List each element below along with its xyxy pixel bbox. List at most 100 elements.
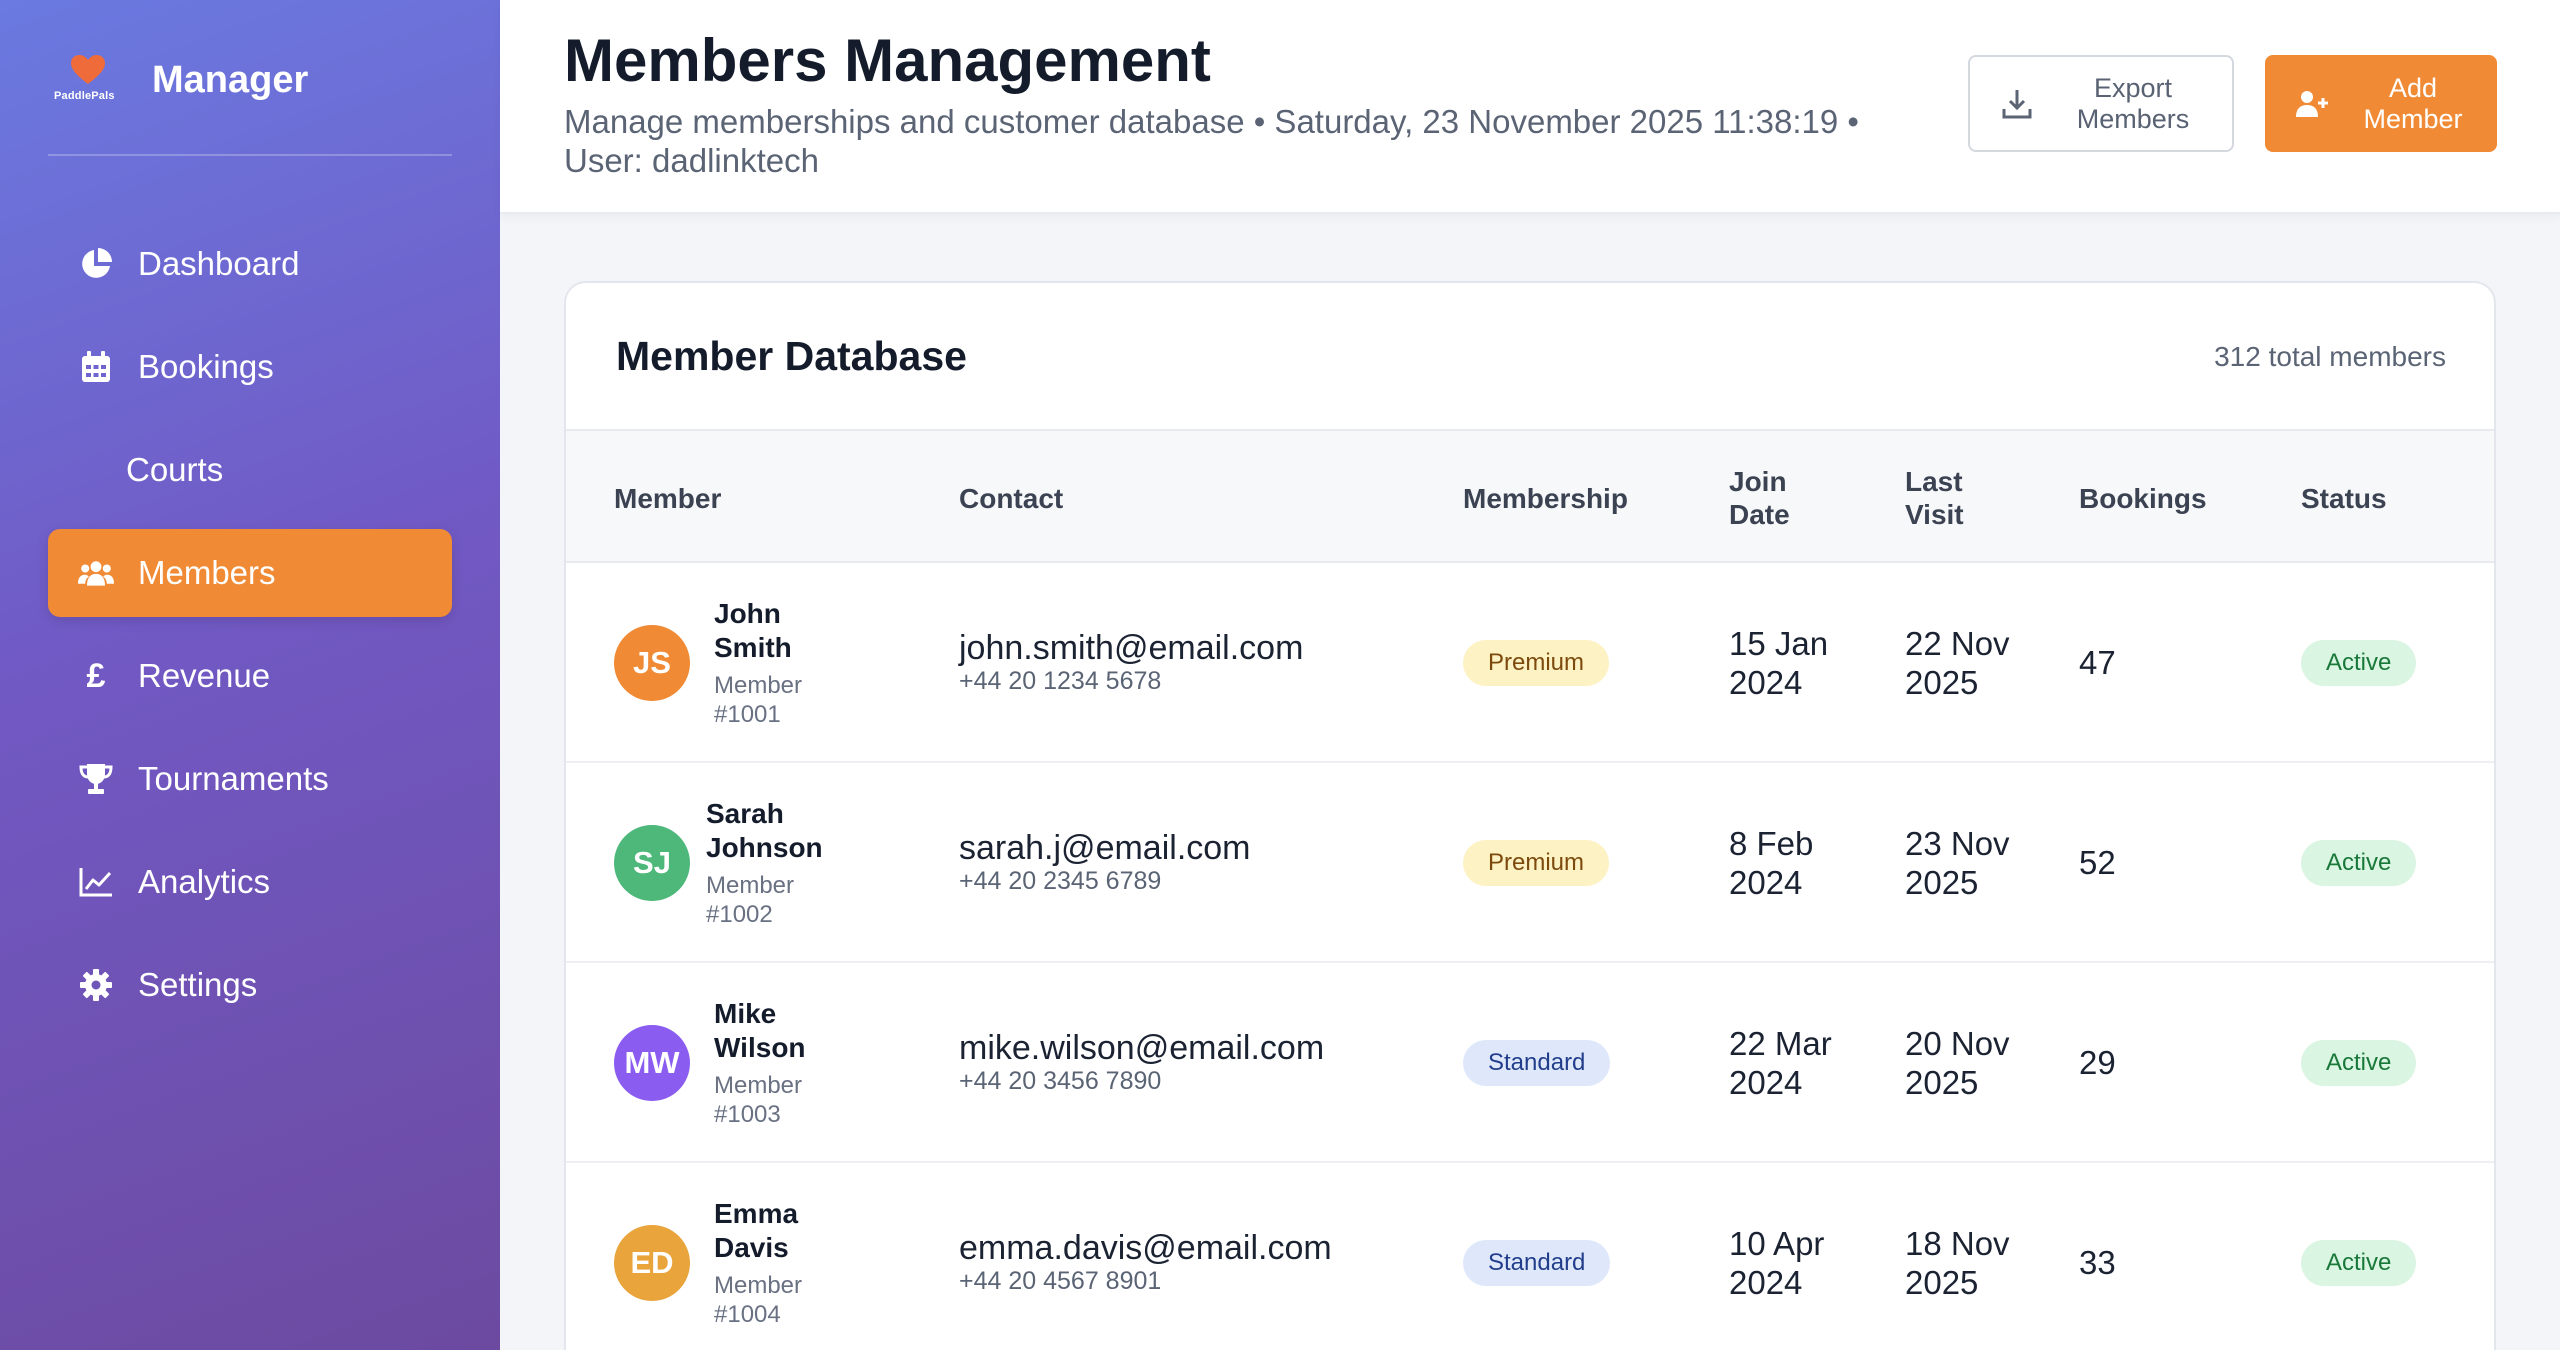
export-members-label: Export Members bbox=[2076, 72, 2190, 134]
status-badge: Active bbox=[2301, 1240, 2417, 1286]
sidebar-item-label: Settings bbox=[138, 966, 258, 1003]
membership-badge: Standard bbox=[1463, 1040, 1611, 1086]
bookings-cell: 47 bbox=[2079, 563, 2199, 763]
pound-icon: £ bbox=[86, 656, 106, 695]
column-header-last-visit[interactable]: Last Visit bbox=[1905, 431, 2015, 565]
column-header-join-date[interactable]: Join Date bbox=[1729, 431, 1839, 565]
sidebar-item-settings[interactable]: Settings bbox=[48, 941, 452, 1029]
paddlepals-logo: PaddlePals bbox=[48, 40, 128, 120]
contact-cell: mike.wilson@email.com +44 20 3456 7890 bbox=[959, 963, 1439, 1163]
join-date-cell: 10 Apr 2024 bbox=[1729, 1163, 1839, 1350]
last-visit: 20 Nov 2025 bbox=[1905, 1025, 2010, 1101]
contact-cell: emma.davis@email.com +44 20 4567 8901 bbox=[959, 1163, 1439, 1350]
brand-title: Manager bbox=[152, 58, 309, 101]
pie-chart-icon bbox=[78, 246, 114, 282]
column-header-status[interactable]: Status bbox=[2301, 431, 2451, 565]
user-plus-icon bbox=[2296, 90, 2328, 117]
status-badge: Active bbox=[2301, 1040, 2417, 1086]
bookings-cell: 33 bbox=[2079, 1163, 2199, 1350]
member-phone: +44 20 2345 6789 bbox=[959, 867, 1162, 895]
member-id: Member #1004 bbox=[714, 1272, 803, 1328]
calendar-icon bbox=[78, 349, 114, 385]
table-header: Member Contact Membership Join Date Last… bbox=[566, 429, 2494, 563]
avatar: JS bbox=[614, 625, 690, 701]
column-header-member[interactable]: Member bbox=[614, 431, 914, 565]
member-cell: ED Emma Davis Member #1004 bbox=[614, 1163, 934, 1350]
member-phone: +44 20 3456 7890 bbox=[959, 1067, 1162, 1095]
last-visit: 22 Nov 2025 bbox=[1905, 625, 2010, 701]
bookings-cell: 29 bbox=[2079, 963, 2199, 1163]
sidebar-item-dashboard[interactable]: Dashboard bbox=[48, 220, 452, 308]
export-members-button[interactable]: Export Members bbox=[1968, 55, 2234, 152]
sidebar-item-courts[interactable]: Courts bbox=[48, 426, 452, 514]
heart-logo-icon bbox=[71, 55, 105, 84]
contact-cell: john.smith@email.com +44 20 1234 5678 bbox=[959, 563, 1439, 763]
download-icon bbox=[2002, 89, 2032, 118]
member-email[interactable]: sarah.j@email.com bbox=[959, 830, 1251, 866]
avatar: SJ bbox=[614, 825, 690, 901]
member-name: John Smith bbox=[714, 598, 792, 663]
users-icon bbox=[78, 555, 114, 591]
divider bbox=[48, 154, 452, 156]
member-phone: +44 20 1234 5678 bbox=[959, 667, 1162, 695]
table-row[interactable]: JS John Smith Member #1001 john.smith@em… bbox=[566, 563, 2494, 763]
sidebar-nav: Dashboard Bookings Courts Members £ Reve… bbox=[48, 220, 452, 1044]
bookings-count: 52 bbox=[2079, 844, 2116, 881]
table-row[interactable]: SJ Sarah Johnson Member #1002 sarah.j@em… bbox=[566, 763, 2494, 963]
bookings-count: 47 bbox=[2079, 644, 2116, 681]
status-badge: Active bbox=[2301, 640, 2417, 686]
membership-cell: Premium bbox=[1463, 763, 1703, 963]
member-name: Sarah Johnson bbox=[706, 798, 823, 863]
member-email[interactable]: mike.wilson@email.com bbox=[959, 1030, 1324, 1066]
column-header-bookings[interactable]: Bookings bbox=[2079, 431, 2259, 565]
page-title: Members Management bbox=[564, 27, 1211, 94]
brand[interactable]: PaddlePals Manager bbox=[48, 40, 308, 120]
member-count: 312 total members bbox=[2214, 341, 2446, 372]
member-email[interactable]: emma.davis@email.com bbox=[959, 1230, 1332, 1266]
sidebar-item-label: Dashboard bbox=[138, 245, 300, 282]
sidebar-item-tournaments[interactable]: Tournaments bbox=[48, 735, 452, 823]
member-name: Mike Wilson bbox=[714, 998, 806, 1063]
member-phone: +44 20 4567 8901 bbox=[959, 1267, 1162, 1295]
member-email[interactable]: john.smith@email.com bbox=[959, 630, 1303, 666]
membership-cell: Standard bbox=[1463, 963, 1703, 1163]
last-visit-cell: 20 Nov 2025 bbox=[1905, 963, 2015, 1163]
membership-cell: Premium bbox=[1463, 563, 1703, 763]
sidebar: PaddlePals Manager Dashboard Bookings Co… bbox=[0, 0, 500, 1350]
status-cell: Active bbox=[2301, 763, 2451, 963]
sidebar-item-members[interactable]: Members bbox=[48, 529, 452, 617]
column-header-membership[interactable]: Membership bbox=[1463, 431, 1703, 565]
logo-text: PaddlePals bbox=[54, 90, 115, 102]
sidebar-item-bookings[interactable]: Bookings bbox=[48, 323, 452, 411]
courts-icon bbox=[78, 452, 102, 488]
column-header-contact[interactable]: Contact bbox=[959, 431, 1339, 565]
bookings-count: 33 bbox=[2079, 1244, 2116, 1281]
member-id: Member #1003 bbox=[714, 1072, 803, 1128]
table-row[interactable]: MW Mike Wilson Member #1003 mike.wilson@… bbox=[566, 963, 2494, 1163]
join-date-cell: 22 Mar 2024 bbox=[1729, 963, 1839, 1163]
sidebar-item-label: Members bbox=[138, 554, 276, 591]
membership-cell: Standard bbox=[1463, 1163, 1703, 1350]
status-badge: Active bbox=[2301, 840, 2417, 886]
sidebar-item-revenue[interactable]: £ Revenue bbox=[48, 632, 452, 720]
bookings-count: 29 bbox=[2079, 1044, 2116, 1081]
member-database-card: Member Database 312 total members Member… bbox=[564, 281, 2496, 1350]
join-date: 15 Jan 2024 bbox=[1729, 625, 1829, 701]
sidebar-item-analytics[interactable]: Analytics bbox=[48, 838, 452, 926]
member-id: Member #1001 bbox=[714, 672, 803, 728]
add-member-label: Add Member bbox=[2363, 72, 2463, 134]
last-visit: 23 Nov 2025 bbox=[1905, 825, 2010, 901]
last-visit-cell: 18 Nov 2025 bbox=[1905, 1163, 2015, 1350]
table-row[interactable]: ED Emma Davis Member #1004 emma.davis@em… bbox=[566, 1163, 2494, 1350]
member-name: Emma Davis bbox=[714, 1198, 799, 1263]
add-member-button[interactable]: Add Member bbox=[2265, 55, 2497, 152]
avatar: ED bbox=[614, 1225, 690, 1301]
sidebar-item-label: Courts bbox=[126, 451, 224, 488]
membership-badge: Premium bbox=[1463, 840, 1610, 886]
sidebar-item-label: Tournaments bbox=[138, 760, 329, 797]
bookings-cell: 52 bbox=[2079, 763, 2199, 963]
join-date: 10 Apr 2024 bbox=[1729, 1225, 1825, 1301]
gear-icon bbox=[78, 967, 114, 1003]
join-date: 22 Mar 2024 bbox=[1729, 1025, 1832, 1101]
status-cell: Active bbox=[2301, 563, 2451, 763]
